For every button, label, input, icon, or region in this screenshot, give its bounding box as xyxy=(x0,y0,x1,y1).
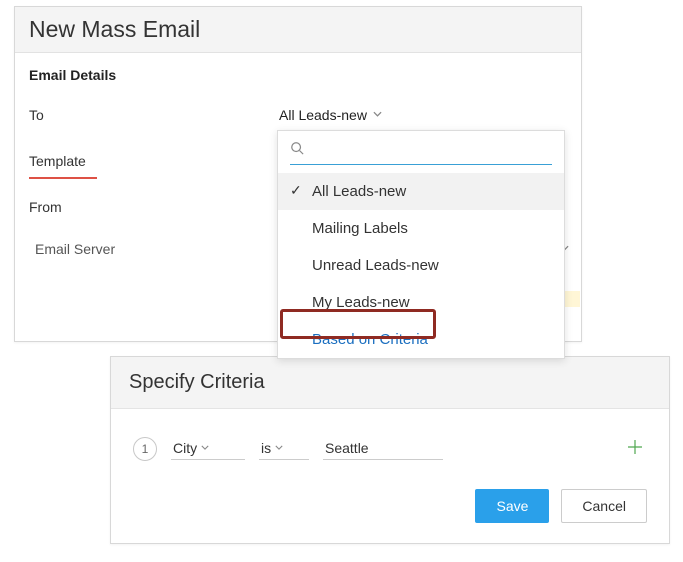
criteria-row: 1 City is Seattle xyxy=(111,409,669,471)
to-label: To xyxy=(29,107,279,123)
dropdown-item-all-leads[interactable]: All Leads-new xyxy=(278,173,564,210)
from-label: From xyxy=(29,199,279,215)
to-dropdown-trigger[interactable]: All Leads-new xyxy=(279,107,382,123)
chevron-down-icon xyxy=(373,111,382,117)
page-title: New Mass Email xyxy=(29,16,567,43)
dropdown-item-mailing-labels[interactable]: Mailing Labels xyxy=(278,210,564,247)
specify-criteria-panel: Specify Criteria 1 City is Seattle Save … xyxy=(110,356,670,544)
criteria-operator-label: is xyxy=(261,440,271,456)
criteria-index-badge: 1 xyxy=(133,437,157,461)
chevron-down-icon xyxy=(275,445,283,450)
add-criteria-button[interactable] xyxy=(627,438,647,461)
cancel-button[interactable]: Cancel xyxy=(561,489,647,523)
dropdown-item-unread-leads[interactable]: Unread Leads-new xyxy=(278,247,564,284)
to-dropdown: All Leads-new Mailing Labels Unread Lead… xyxy=(277,130,565,359)
criteria-value-input[interactable]: Seattle xyxy=(323,438,443,460)
to-value: All Leads-new xyxy=(279,107,367,123)
section-title: Email Details xyxy=(15,53,581,93)
criteria-buttons: Save Cancel xyxy=(111,471,669,523)
criteria-title: Specify Criteria xyxy=(129,371,651,394)
criteria-value-text: Seattle xyxy=(325,440,369,456)
criteria-field-label: City xyxy=(173,440,197,456)
criteria-header: Specify Criteria xyxy=(111,357,669,409)
dropdown-item-my-leads[interactable]: My Leads-new xyxy=(278,284,564,321)
panel-header: New Mass Email xyxy=(15,7,581,53)
dropdown-search-input[interactable] xyxy=(310,143,552,159)
criteria-operator-dropdown[interactable]: is xyxy=(259,438,309,460)
chevron-down-icon xyxy=(201,445,209,450)
template-underline xyxy=(29,177,97,179)
dropdown-search-row xyxy=(278,131,564,173)
template-label: Template xyxy=(29,153,279,169)
search-icon xyxy=(290,141,304,160)
criteria-field-dropdown[interactable]: City xyxy=(171,438,245,460)
save-button[interactable]: Save xyxy=(475,489,549,523)
dropdown-item-based-on-criteria[interactable]: Based on Criteria xyxy=(278,321,564,358)
